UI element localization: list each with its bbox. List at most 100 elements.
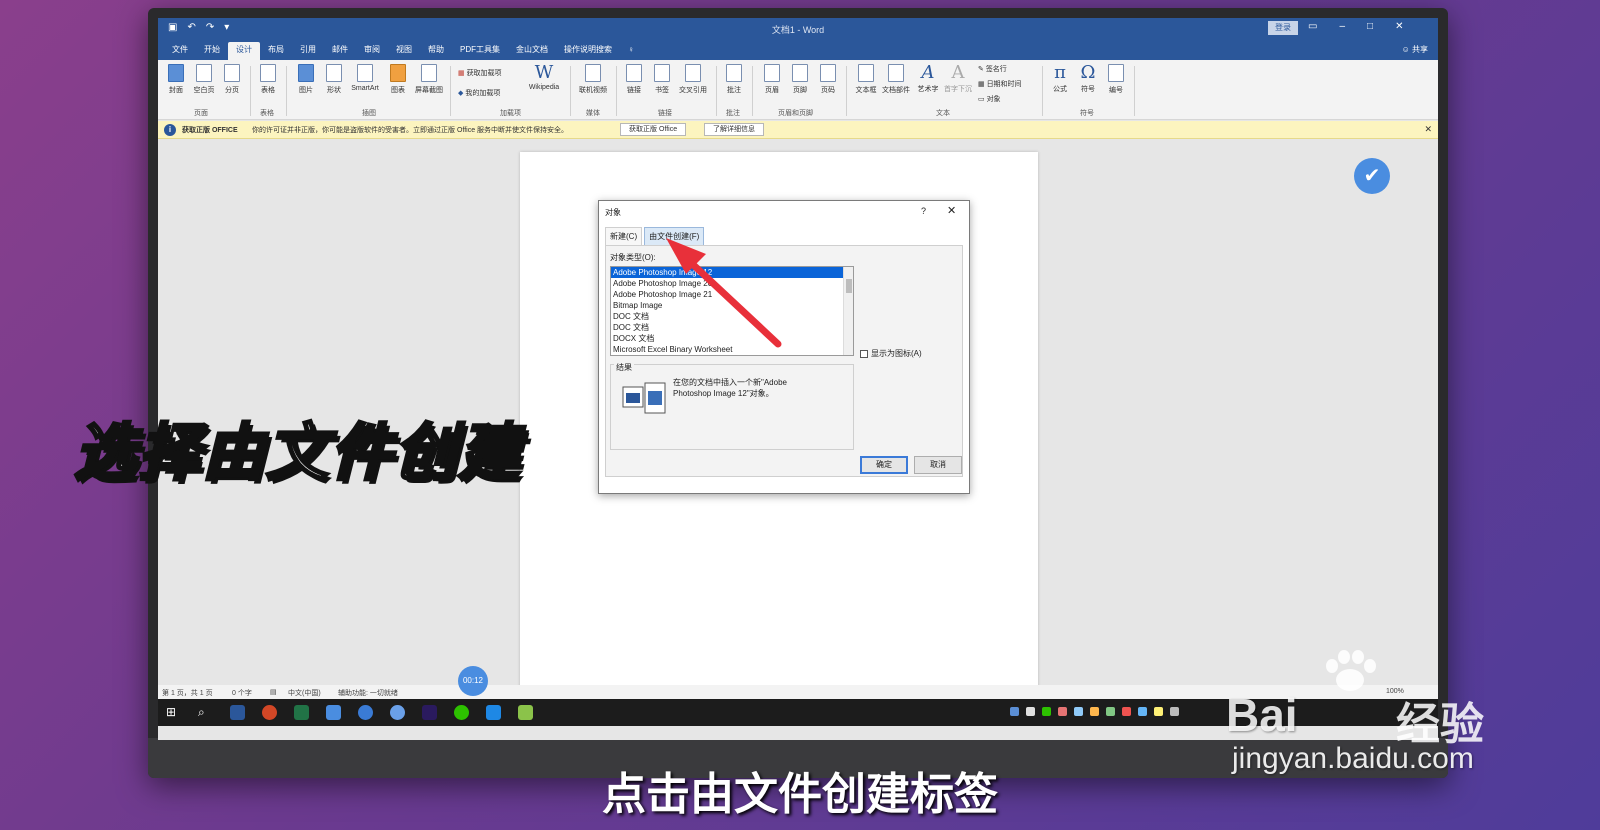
tell-me-search[interactable]: ♀ (620, 42, 642, 60)
list-item[interactable]: DOCX 文档 (611, 333, 853, 344)
text-box-button[interactable]: 文本框 (852, 64, 880, 95)
powerpoint-app-icon[interactable] (262, 705, 277, 720)
accessibility-status[interactable]: 辅助功能: 一切就绪 (338, 688, 398, 698)
proofing-icon[interactable]: ▤ (270, 688, 277, 696)
ok-button[interactable]: 确定 (860, 456, 908, 474)
header-button[interactable]: 页眉 (758, 64, 786, 95)
page-count[interactable]: 第 1 页，共 1 页 (162, 688, 213, 698)
scroll-thumb[interactable] (846, 279, 852, 293)
checkbox-box[interactable] (860, 349, 868, 358)
get-genuine-button[interactable]: 获取正版 Office (620, 123, 687, 136)
tray-icon[interactable] (1026, 707, 1035, 716)
bird-app-icon[interactable] (326, 705, 341, 720)
help-icon[interactable]: ? (921, 206, 926, 216)
tray-icon[interactable] (1154, 707, 1163, 716)
tray-icon[interactable] (1074, 707, 1083, 716)
share-button[interactable]: ☺ 共享 (1402, 44, 1428, 55)
tray-icon[interactable] (1170, 707, 1179, 716)
word-app-icon[interactable] (230, 705, 245, 720)
equation-button[interactable]: π 公式 (1046, 64, 1074, 94)
tab-mailings[interactable]: 审阅 (356, 42, 388, 60)
language[interactable]: 中文(中国) (288, 688, 321, 698)
signin-button[interactable]: 登录 (1268, 21, 1298, 35)
close-icon[interactable]: ✕ (1395, 21, 1403, 32)
screenshot-button[interactable]: 屏幕截图 (412, 64, 446, 95)
list-item[interactable]: Bitmap Image (611, 300, 853, 311)
pictures-button[interactable]: 图片 (292, 64, 320, 95)
windows-start-icon[interactable]: ⊞ (166, 705, 181, 720)
get-addins-button[interactable]: ▦ 获取加载项 (458, 68, 502, 78)
shapes-button[interactable]: 形状 (320, 64, 348, 95)
cancel-button[interactable]: 取消 (914, 456, 962, 474)
list-item[interactable]: Adobe Photoshop Image 20 (611, 278, 853, 289)
maximize-icon[interactable]: □ (1367, 21, 1373, 32)
signature-line-button[interactable]: ✎ 签名行 (978, 64, 1007, 74)
list-item[interactable]: Adobe Photoshop Image 12 (611, 267, 853, 278)
cover-page-button[interactable]: 封面 (162, 64, 190, 95)
tab-insert[interactable]: 设计 (228, 42, 260, 60)
tray-icon[interactable] (1090, 707, 1099, 716)
online-video-button[interactable]: 联机视频 (576, 64, 610, 95)
tab-view[interactable]: 帮助 (420, 42, 452, 60)
blank-page-button[interactable]: 空白页 (190, 64, 218, 95)
tray-icon[interactable] (1122, 707, 1131, 716)
table-button[interactable]: 表格 (254, 64, 282, 95)
floating-bird-icon[interactable]: ✔ (1354, 158, 1390, 194)
list-item[interactable]: DOC 文档 (611, 322, 853, 333)
tray-icon[interactable] (1010, 707, 1019, 716)
word-count[interactable]: 0 个字 (232, 688, 252, 698)
bookmark-button[interactable]: 书签 (648, 64, 676, 95)
browser-app-icon[interactable] (390, 705, 405, 720)
cross-reference-button[interactable]: 交叉引用 (676, 64, 710, 95)
dialog-close-icon[interactable]: ✕ (947, 204, 956, 217)
object-button[interactable]: ▭ 对象 (978, 94, 1001, 104)
tab-references[interactable]: 邮件 (324, 42, 356, 60)
comment-button[interactable]: 批注 (720, 64, 748, 95)
list-item[interactable]: DOC 文档 (611, 311, 853, 322)
excel-app-icon[interactable] (294, 705, 309, 720)
tab-design[interactable]: 布局 (260, 42, 292, 60)
list-scrollbar[interactable] (843, 267, 853, 355)
tray-icon[interactable] (1058, 707, 1067, 716)
tab-create-new[interactable]: 新建(C) (605, 227, 643, 245)
page-break-button[interactable]: 分页 (218, 64, 246, 95)
link-button[interactable]: 链接 (620, 64, 648, 95)
tab-file[interactable]: 文件 (164, 42, 196, 60)
wordart-button[interactable]: A 艺术字 (914, 64, 942, 94)
tab-review[interactable]: 视图 (388, 42, 420, 60)
quick-parts-button[interactable]: 文档部件 (880, 64, 912, 95)
numbering-button[interactable]: 编号 (1102, 64, 1130, 95)
smartart-button[interactable]: SmartArt (348, 64, 382, 92)
wechat-app-icon[interactable] (454, 705, 469, 720)
close-infobar-icon[interactable]: ✕ (1424, 124, 1432, 135)
tray-icon[interactable] (1042, 707, 1051, 716)
minimize-icon[interactable]: – (1339, 21, 1345, 32)
tab-kdocs[interactable]: 操作说明搜索 (556, 42, 620, 60)
page-number-button[interactable]: 页码 (814, 64, 842, 95)
tab-help[interactable]: PDF工具集 (452, 42, 508, 60)
search-icon[interactable]: ⌕ (198, 705, 213, 720)
tab-create-from-file[interactable]: 由文件创建(F) (644, 227, 705, 245)
chart-button[interactable]: 图表 (384, 64, 412, 95)
learn-more-button[interactable]: 了解详细信息 (704, 123, 764, 136)
tab-layout[interactable]: 引用 (292, 42, 324, 60)
symbol-button[interactable]: Ω 符号 (1074, 64, 1102, 94)
wikipedia-button[interactable]: W Wikipedia (524, 64, 564, 92)
tray-icon[interactable] (1138, 707, 1147, 716)
premiere-app-icon[interactable] (422, 705, 437, 720)
date-time-button[interactable]: ▦ 日期和时间 (978, 79, 1022, 89)
footer-button[interactable]: 页脚 (786, 64, 814, 95)
phone-app-icon[interactable] (486, 705, 501, 720)
drop-cap-button[interactable]: A 首字下沉 (942, 64, 974, 94)
edge-app-icon[interactable] (358, 705, 373, 720)
object-type-list[interactable]: Adobe Photoshop Image 12 Adobe Photoshop… (610, 266, 854, 356)
tray-icon[interactable] (1106, 707, 1115, 716)
media-player-icon[interactable] (518, 705, 533, 720)
list-item[interactable]: Adobe Photoshop Image 21 (611, 289, 853, 300)
my-addins-button[interactable]: ◆ 我的加载项 (458, 88, 500, 98)
ribbon-display-icon[interactable]: ▭ (1308, 21, 1317, 32)
tab-home[interactable]: 开始 (196, 42, 228, 60)
list-item[interactable]: Microsoft Excel Binary Worksheet (611, 344, 853, 355)
tab-pdf-tools[interactable]: 金山文档 (508, 42, 556, 60)
display-as-icon-checkbox[interactable]: 显示为图标(A) (860, 348, 922, 359)
